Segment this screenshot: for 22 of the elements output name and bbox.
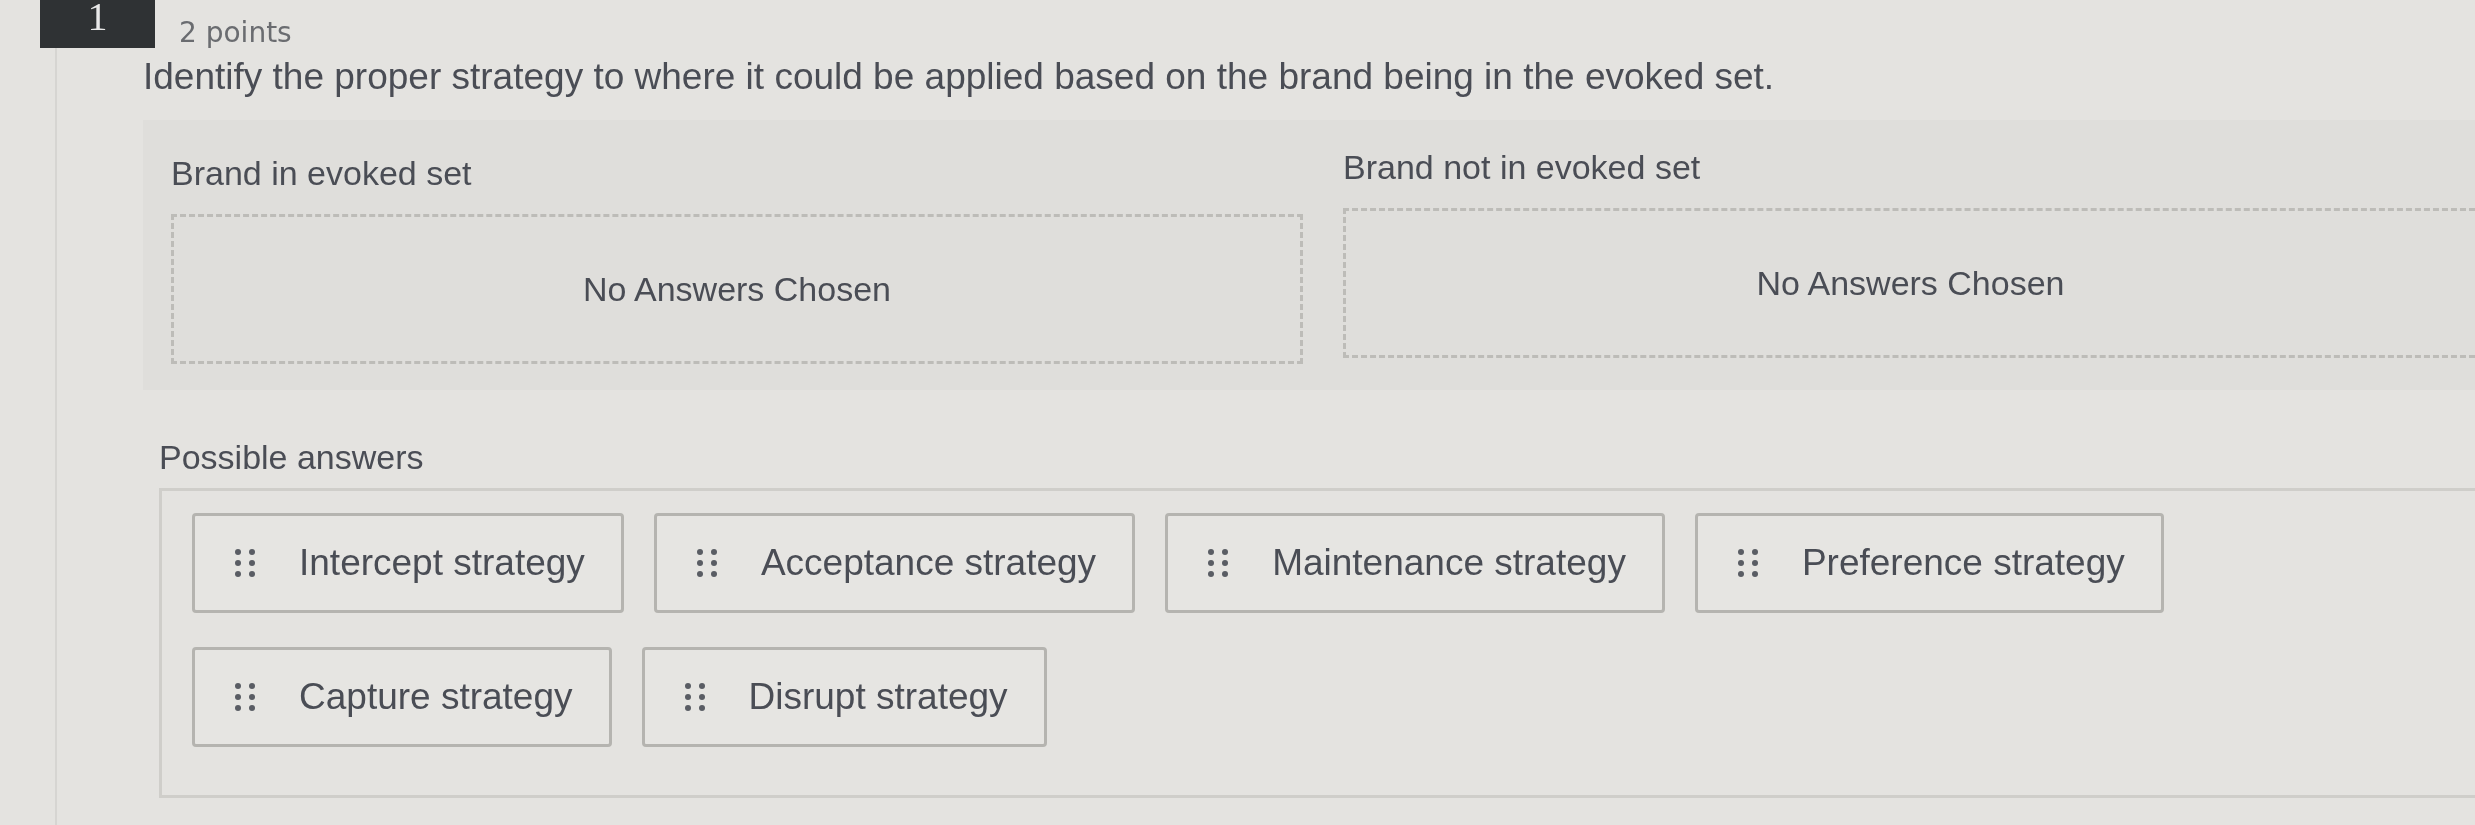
drag-handle-icon — [235, 549, 255, 577]
drag-handle-icon — [1208, 549, 1229, 577]
drop-zone[interactable]: No Answers Chosen — [1343, 208, 2475, 358]
section-label: Possible answers — [159, 438, 425, 478]
question-text: Identify the proper strategy to where it could be applied based on the brand being in the evoked set. — [143, 55, 1776, 99]
answer-chip[interactable]: Intercept strategy — [192, 513, 624, 613]
answer-chip[interactable]: Preference strategy — [1694, 513, 2164, 613]
empty-text: No Answers Chosen — [582, 269, 891, 309]
empty-text: No Answers Chosen — [1756, 263, 2065, 303]
answer-chip[interactable]: Disrupt strategy — [641, 647, 1047, 747]
drag-handle-icon — [684, 683, 705, 711]
drop-zone-label: Brand in evoked set — [171, 154, 473, 194]
answer-chip[interactable]: Capture strategy — [192, 647, 612, 747]
points-label: 2 points — [179, 18, 292, 48]
drop-zone[interactable]: No Answers Chosen — [171, 214, 1303, 364]
answer-chip[interactable]: Maintenance strategy — [1165, 513, 1665, 613]
answer-chip[interactable]: Acceptance strategy — [653, 513, 1136, 613]
drop-zone-label: Brand not in evoked set — [1343, 148, 1702, 188]
drag-handle-icon — [235, 683, 255, 711]
question-number: 1 — [40, 0, 155, 48]
drag-handle-icon — [696, 549, 717, 577]
drag-handle-icon — [1737, 549, 1758, 577]
